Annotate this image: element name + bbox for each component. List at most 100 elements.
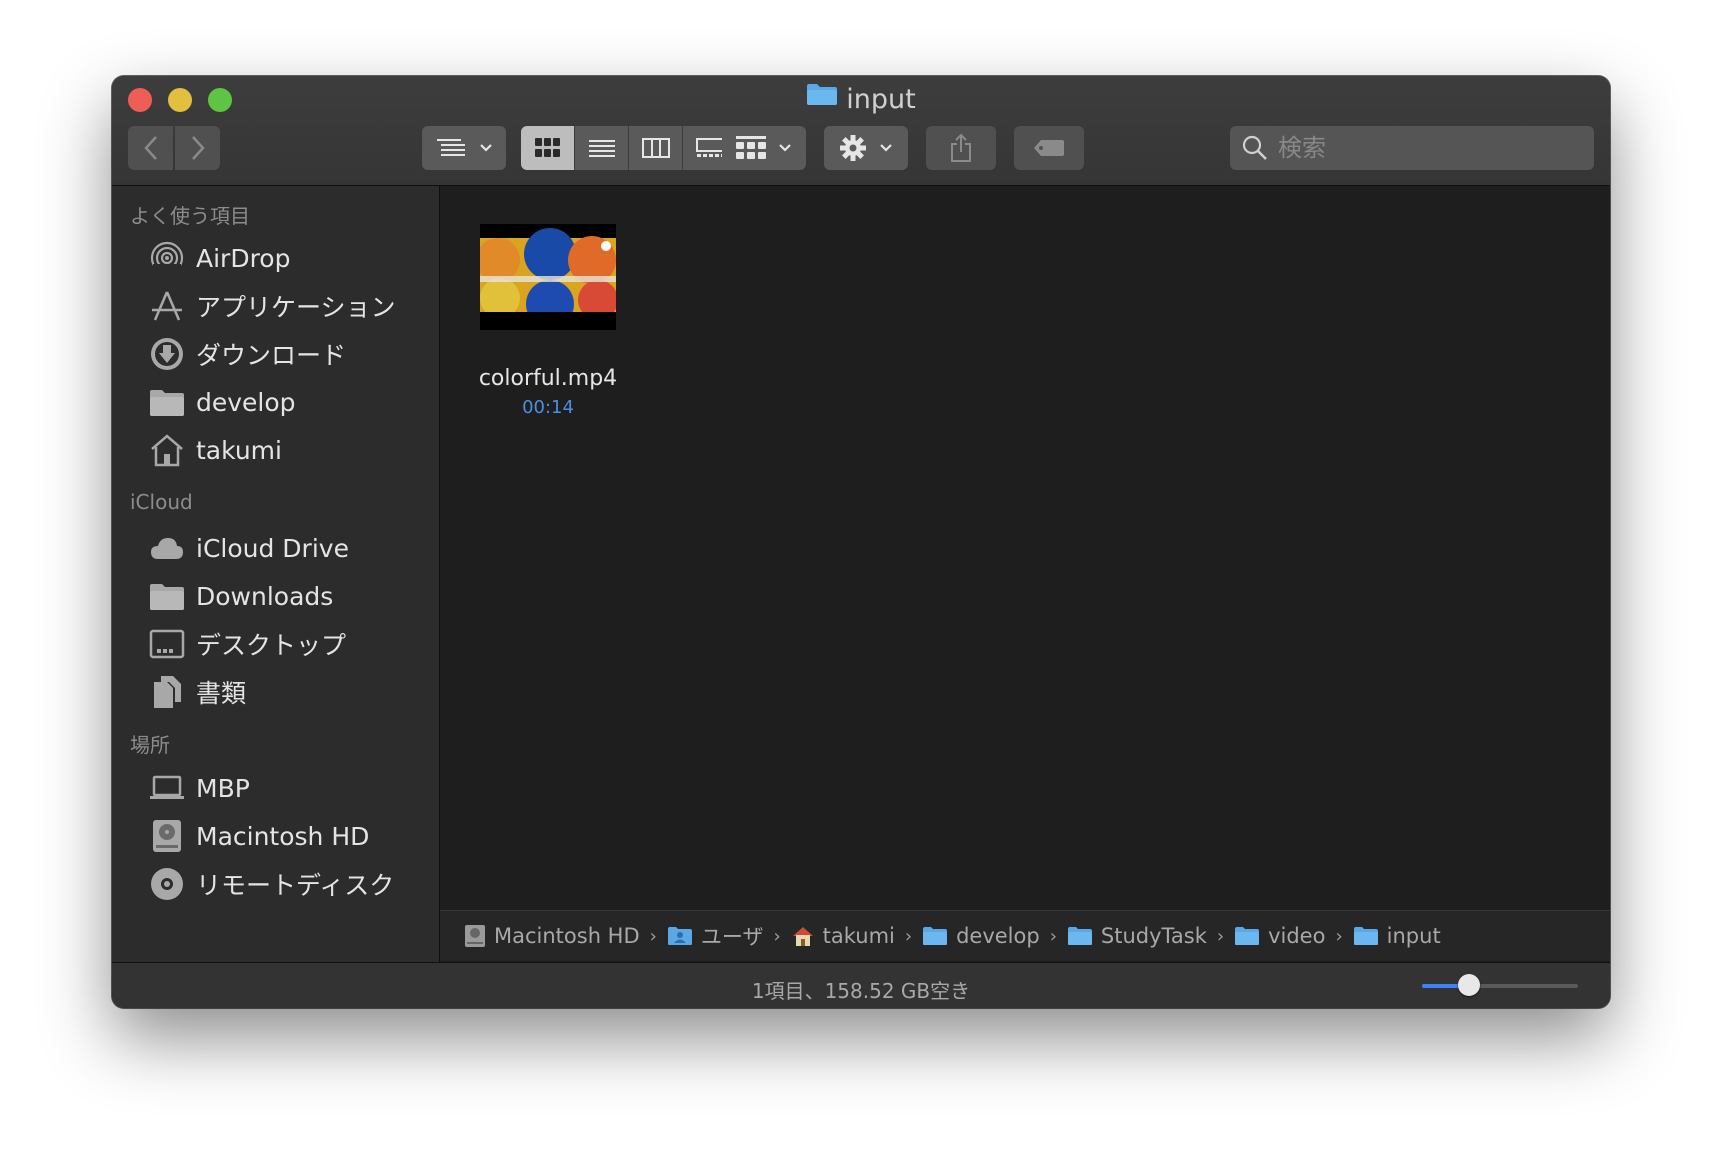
cloud-icon bbox=[148, 529, 186, 567]
back-button[interactable] bbox=[128, 126, 173, 170]
forward-button[interactable] bbox=[175, 126, 220, 170]
file-browser: colorful.mp4 00:14 bbox=[440, 186, 1610, 910]
sidebar-item-icloud-downloads[interactable]: Downloads bbox=[148, 576, 333, 616]
path-segment-users[interactable]: ユーザ bbox=[667, 921, 764, 951]
sidebar-item-label: リモートディスク bbox=[196, 871, 395, 900]
chevron-right-icon: › bbox=[1216, 925, 1225, 947]
folder-icon bbox=[148, 383, 186, 421]
sidebar-item-remote-disc[interactable]: リモートディスク bbox=[148, 864, 394, 904]
folder-icon bbox=[1353, 926, 1379, 946]
gear-icon bbox=[840, 135, 866, 161]
hard-drive-icon bbox=[464, 924, 486, 948]
sidebar-item-desktop[interactable]: デスクトップ bbox=[148, 624, 346, 664]
finder-window: input 検索 よく使う項目 AirDrop アプリケーション ダウンロード … bbox=[112, 76, 1610, 1008]
path-segment-label: Macintosh HD bbox=[494, 924, 640, 948]
sidebar-item-label: アプリケーション bbox=[196, 293, 396, 322]
chevron-right-icon: › bbox=[904, 925, 913, 947]
chevron-right-icon: › bbox=[1335, 925, 1343, 947]
video-thumbnail bbox=[480, 224, 616, 330]
sidebar-section-locations: 場所 bbox=[130, 733, 170, 757]
sidebar-item-label: ダウンロード bbox=[196, 341, 347, 370]
sidebar-item-label: 書類 bbox=[196, 679, 247, 708]
folder-icon bbox=[806, 78, 838, 118]
titlebar: input bbox=[112, 76, 1610, 186]
sidebar-item-label: iCloud Drive bbox=[196, 533, 349, 563]
folder-icon bbox=[922, 926, 948, 946]
chevron-down-icon bbox=[480, 144, 492, 152]
laptop-icon bbox=[148, 769, 186, 807]
sidebar-item-downloads[interactable]: ダウンロード bbox=[148, 334, 346, 374]
grid-icon bbox=[534, 138, 560, 157]
group-dropdown[interactable] bbox=[722, 126, 806, 170]
share-button[interactable] bbox=[926, 126, 996, 170]
sidebar-item-applications[interactable]: アプリケーション bbox=[148, 286, 396, 326]
chevron-down-icon bbox=[880, 144, 892, 152]
path-segment-label: video bbox=[1268, 924, 1326, 948]
tag-button[interactable] bbox=[1014, 126, 1084, 170]
sidebar-section-icloud: iCloud bbox=[130, 490, 193, 514]
home-icon bbox=[791, 925, 815, 947]
sidebar-section-favorites: よく使う項目 bbox=[130, 204, 250, 228]
disc-icon bbox=[148, 865, 186, 903]
path-segment-input[interactable]: input bbox=[1353, 924, 1441, 948]
chevron-right-icon: › bbox=[1049, 925, 1057, 947]
sidebar-item-label: Macintosh HD bbox=[196, 821, 370, 851]
path-segment-video[interactable]: video bbox=[1234, 924, 1325, 948]
window-title: input bbox=[112, 80, 1610, 121]
sidebar-item-icloud-drive[interactable]: iCloud Drive bbox=[148, 528, 349, 568]
sidebar-item-macintosh-hd[interactable]: Macintosh HD bbox=[148, 816, 369, 856]
search-input[interactable] bbox=[1276, 133, 1570, 163]
status-text: 1項目、158.52 GB空き bbox=[751, 979, 971, 1003]
documents-icon bbox=[148, 673, 186, 711]
path-bar: Macintosh HD › ユーザ › takumi › develop › … bbox=[440, 910, 1610, 961]
icon-view-button[interactable] bbox=[521, 126, 575, 170]
chevron-left-icon bbox=[143, 136, 157, 160]
sidebar-item-label: MBP bbox=[196, 773, 250, 803]
columns-icon bbox=[641, 138, 670, 158]
slider-knob[interactable] bbox=[1457, 974, 1480, 996]
sidebar-item-develop[interactable]: develop bbox=[148, 382, 296, 422]
path-segment-label: StudyTask bbox=[1100, 924, 1207, 948]
path-segment-label: takumi bbox=[822, 924, 895, 948]
chevron-right-icon: › bbox=[773, 925, 781, 947]
users-folder-icon bbox=[667, 926, 693, 946]
folder-icon bbox=[148, 577, 186, 615]
path-segment-takumi[interactable]: takumi bbox=[791, 924, 895, 948]
chevron-right-icon bbox=[191, 136, 205, 160]
search-icon bbox=[1242, 135, 1267, 160]
path-segment-studytask[interactable]: StudyTask bbox=[1067, 924, 1207, 948]
file-item[interactable]: colorful.mp4 00:14 bbox=[468, 224, 628, 418]
share-icon bbox=[951, 133, 971, 162]
hard-drive-icon bbox=[148, 817, 186, 855]
path-segment-label: develop bbox=[956, 924, 1040, 948]
sidebar: よく使う項目 AirDrop アプリケーション ダウンロード develop t… bbox=[112, 186, 440, 962]
sidebar-item-label: develop bbox=[196, 387, 296, 417]
sidebar-item-airdrop[interactable]: AirDrop bbox=[148, 238, 290, 278]
path-segment-label: input bbox=[1386, 924, 1441, 948]
view-mode-control bbox=[521, 126, 736, 170]
icon-size-slider[interactable] bbox=[1422, 974, 1578, 996]
gallery-icon bbox=[695, 138, 724, 157]
file-name: colorful.mp4 bbox=[478, 366, 618, 391]
sidebar-item-label: デスクトップ bbox=[196, 631, 347, 660]
chevron-down-icon bbox=[779, 144, 791, 152]
arrange-dropdown[interactable] bbox=[422, 126, 506, 170]
sidebar-item-documents[interactable]: 書類 bbox=[148, 672, 246, 712]
desktop-icon bbox=[148, 625, 186, 663]
action-dropdown[interactable] bbox=[824, 126, 908, 170]
column-view-button[interactable] bbox=[629, 126, 683, 170]
list-view-button[interactable] bbox=[575, 126, 629, 170]
status-bar: 1項目、158.52 GB空き bbox=[112, 962, 1610, 1008]
list-arrange-icon bbox=[437, 139, 465, 156]
path-segment-macintosh-hd[interactable]: Macintosh HD bbox=[464, 924, 640, 948]
file-duration: 00:14 bbox=[522, 397, 574, 418]
sidebar-item-home[interactable]: takumi bbox=[148, 430, 282, 470]
download-icon bbox=[148, 335, 186, 373]
search-field[interactable] bbox=[1230, 126, 1594, 170]
applications-icon bbox=[148, 287, 186, 325]
path-segment-develop[interactable]: develop bbox=[922, 924, 1040, 948]
path-segment-label: ユーザ bbox=[700, 925, 764, 949]
sidebar-item-mbp[interactable]: MBP bbox=[148, 768, 250, 808]
sidebar-item-label: Downloads bbox=[196, 581, 334, 611]
sidebar-item-label: AirDrop bbox=[196, 243, 291, 273]
